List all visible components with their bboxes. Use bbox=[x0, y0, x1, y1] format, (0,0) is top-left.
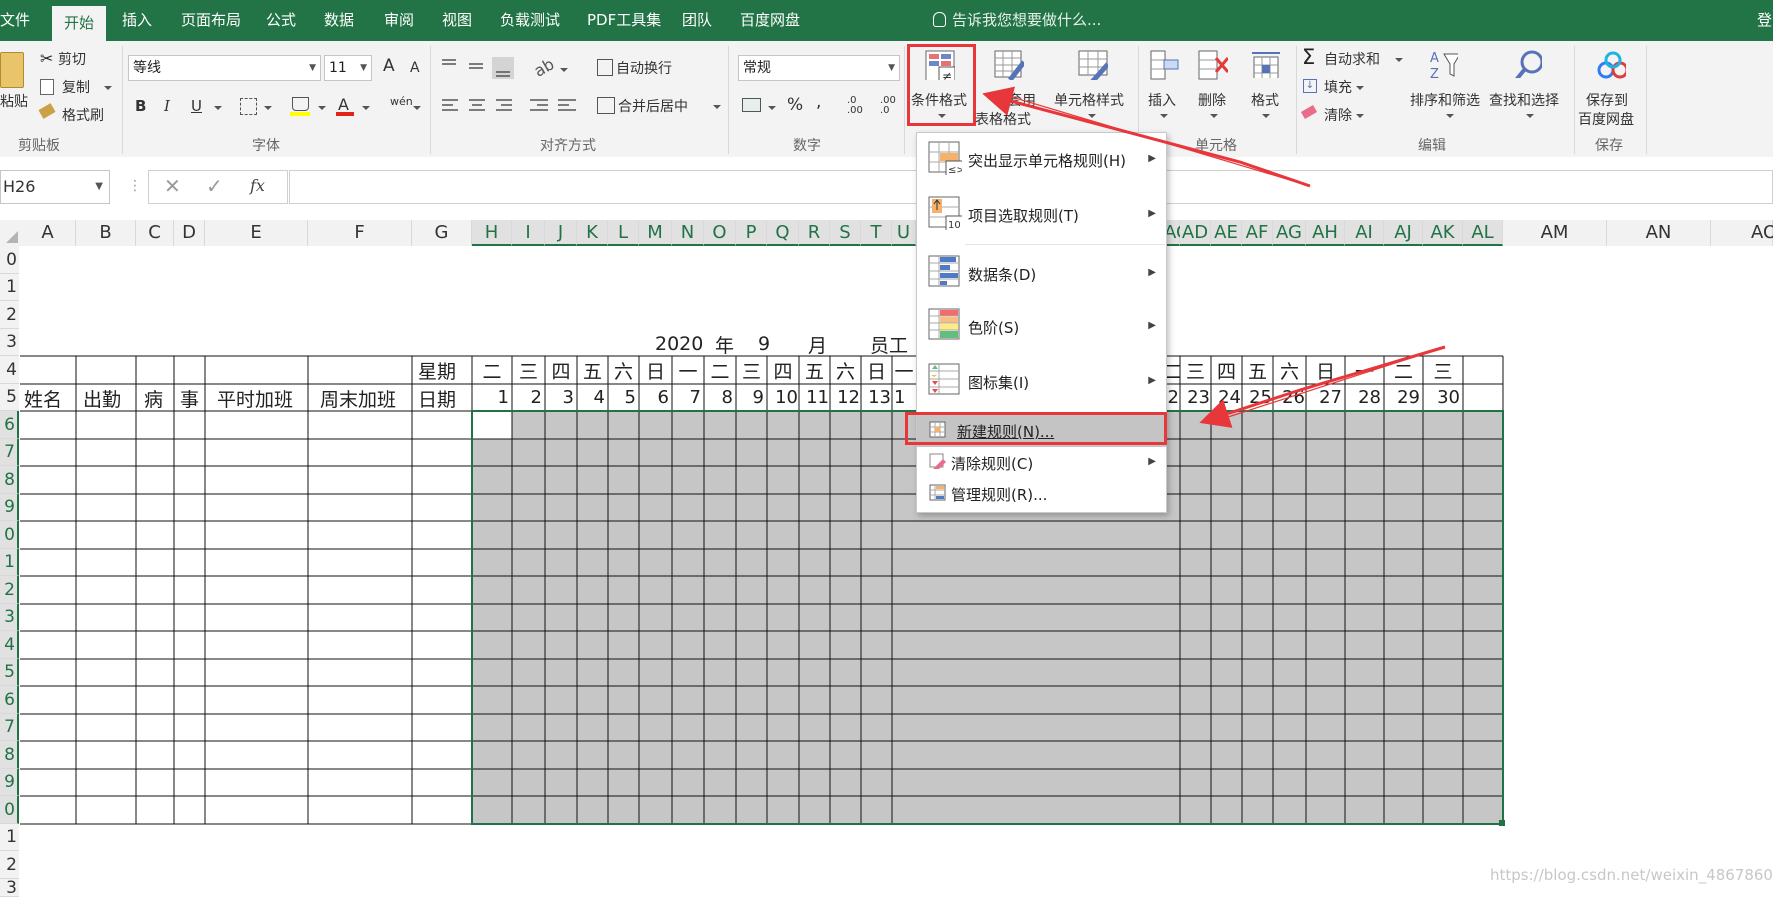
title-rest: 员工 bbox=[870, 335, 909, 357]
date-cell: 24 bbox=[1218, 387, 1241, 408]
menu-item-label: 数据条(D) bbox=[968, 266, 1037, 284]
menu-item-label: 突出显示单元格规则(H) bbox=[968, 152, 1126, 170]
submenu-arrow-icon: ▶ bbox=[1148, 456, 1156, 467]
date-label: 日期 bbox=[418, 389, 457, 411]
weekday-cell: 五 bbox=[1247, 361, 1267, 383]
date-cell: 4 bbox=[593, 387, 605, 408]
weekday-cell: 一 bbox=[894, 361, 914, 383]
icon-caption: 10 bbox=[948, 220, 961, 230]
weekday-cell: 日 bbox=[645, 361, 665, 383]
menu-item-manage-rules[interactable]: 管理规则(R)... bbox=[917, 477, 1166, 509]
weekday-cell: 一 bbox=[678, 361, 698, 383]
title-yue: 月 bbox=[808, 335, 828, 357]
date-cell: 9 bbox=[752, 387, 764, 408]
submenu-arrow-icon: ▶ bbox=[1148, 375, 1156, 386]
date-cell: 1 bbox=[894, 387, 906, 408]
color-scales-icon bbox=[928, 308, 960, 340]
weekday-cell: 三 bbox=[741, 361, 761, 383]
header-leave: 事 bbox=[180, 389, 200, 411]
weekday-cell: 二 bbox=[710, 361, 730, 383]
weekday-cell: 日 bbox=[866, 361, 886, 383]
new-rule-highlight-box bbox=[905, 412, 1167, 445]
menu-item-label: 图标集(I) bbox=[968, 374, 1030, 392]
data-bars-icon bbox=[928, 255, 960, 287]
icon-caption: ≤> bbox=[948, 165, 962, 175]
submenu-arrow-icon: ▶ bbox=[1148, 153, 1156, 164]
table-gridlines bbox=[20, 355, 1505, 826]
menu-item-label: 项目选取规则(T) bbox=[968, 207, 1079, 225]
menu-item-clear-rules[interactable]: 清除规则(C) ▶ bbox=[917, 447, 1166, 477]
date-cell: 6 bbox=[657, 387, 669, 408]
date-cell: 5 bbox=[624, 387, 636, 408]
weekday-cell: 五 bbox=[582, 361, 602, 383]
header-sick: 病 bbox=[144, 389, 164, 411]
title-nian: 年 bbox=[715, 335, 735, 357]
title-month: 9 bbox=[758, 333, 771, 355]
date-cell: 25 bbox=[1249, 387, 1272, 408]
menu-item-icon-sets[interactable]: 图标集(I) ▶ bbox=[917, 355, 1166, 410]
weekday-cell: 四 bbox=[551, 361, 571, 383]
menu-item-label: 管理规则(R)... bbox=[951, 486, 1048, 504]
weekday-cell: 二 bbox=[482, 361, 502, 383]
weekday-cell: 三 bbox=[1433, 361, 1453, 383]
date-cell: 13 bbox=[868, 387, 891, 408]
weekday-cell: 五 bbox=[804, 361, 824, 383]
header-overtime: 平时加班 bbox=[217, 389, 294, 411]
header-weekend-overtime: 周末加班 bbox=[320, 389, 397, 411]
header-name: 姓名 bbox=[24, 389, 63, 411]
date-cell: 23 bbox=[1187, 387, 1210, 408]
menu-item-top-bottom-rules[interactable]: 10 项目选取规则(T) ▶ bbox=[917, 188, 1166, 243]
submenu-arrow-icon: ▶ bbox=[1148, 267, 1156, 278]
conditional-format-menu: ≤> 突出显示单元格规则(H) ▶ 10 项目选取规则(T) ▶ 数据条(D) … bbox=[916, 132, 1167, 513]
menu-item-data-bars[interactable]: 数据条(D) ▶ bbox=[917, 245, 1166, 300]
submenu-arrow-icon: ▶ bbox=[1148, 320, 1156, 331]
date-cell: 11 bbox=[806, 387, 829, 408]
weekday-cell: 日 bbox=[1315, 361, 1335, 383]
icon-sets-icon bbox=[928, 363, 960, 395]
highlight-rules-icon: ≤> bbox=[928, 141, 962, 175]
weekday-cell: 六 bbox=[835, 361, 855, 383]
weekday-cell: 四 bbox=[1216, 361, 1236, 383]
weekday-cell: 四 bbox=[773, 361, 793, 383]
date-cell: 8 bbox=[721, 387, 733, 408]
weekday-cell: 三 bbox=[518, 361, 538, 383]
menu-item-label: 清除规则(C) bbox=[951, 455, 1034, 473]
weekday-cell: 三 bbox=[1185, 361, 1205, 383]
date-cell: 27 bbox=[1319, 387, 1342, 408]
date-cell: 28 bbox=[1358, 387, 1381, 408]
watermark: https://blog.csdn.net/weixin_48678602 bbox=[1490, 866, 1773, 884]
weekday-cell: 一 bbox=[1354, 361, 1374, 383]
date-cell: 12 bbox=[837, 387, 860, 408]
menu-item-label: 色阶(S) bbox=[968, 319, 1020, 337]
submenu-arrow-icon: ▶ bbox=[1148, 208, 1156, 219]
weekday-cell: 六 bbox=[1279, 361, 1299, 383]
date-cell: 26 bbox=[1282, 387, 1305, 408]
weekday-label: 星期 bbox=[418, 361, 457, 383]
title-year: 2020 bbox=[655, 333, 704, 355]
date-cell: 2 bbox=[530, 387, 542, 408]
date-cell: 1 bbox=[497, 387, 509, 408]
date-cell: 3 bbox=[562, 387, 574, 408]
manage-rules-icon bbox=[929, 484, 946, 501]
header-attendance: 出勤 bbox=[83, 389, 122, 411]
date-cell: 30 bbox=[1437, 387, 1460, 408]
menu-item-highlight-rules[interactable]: ≤> 突出显示单元格规则(H) ▶ bbox=[917, 133, 1166, 188]
weekday-cell: 六 bbox=[613, 361, 633, 383]
date-cell: 10 bbox=[775, 387, 798, 408]
date-cell: 29 bbox=[1397, 387, 1420, 408]
top-bottom-rules-icon: 10 bbox=[928, 196, 962, 230]
weekday-cell: 二 bbox=[1393, 361, 1413, 383]
date-cell: 7 bbox=[689, 387, 701, 408]
menu-item-color-scales[interactable]: 色阶(S) ▶ bbox=[917, 300, 1166, 355]
clear-rules-icon bbox=[929, 453, 946, 469]
